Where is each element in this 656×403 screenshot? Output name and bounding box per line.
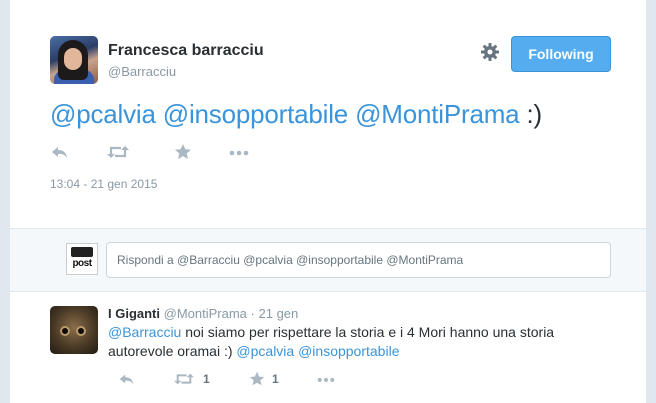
user-avatar: post (66, 243, 98, 275)
reply-composer: post Rispondi a @Barracciu @pcalvia @ins… (10, 228, 646, 292)
gear-icon[interactable] (480, 42, 500, 62)
avatar-graphic (71, 247, 93, 257)
avatar-face (64, 48, 82, 70)
mention-link[interactable]: @MontiPrama (355, 99, 520, 129)
tweet-text-tail: :) (526, 99, 542, 129)
reply-icon[interactable] (50, 142, 70, 162)
more-icon[interactable] (228, 142, 250, 162)
mention-link[interactable]: @insopportabile (163, 99, 348, 129)
following-button[interactable]: Following (511, 36, 611, 72)
reply-header: I Giganti @MontiPrama · 21 gen (108, 306, 298, 321)
reply-fullname[interactable]: I Giganti (108, 306, 160, 321)
reply-text: @Barracciu noi siamo per rispettare la s… (108, 323, 608, 361)
mention-link[interactable]: @pcalvia (236, 343, 294, 359)
tweet-timestamp[interactable]: 13:04 - 21 gen 2015 (50, 177, 157, 191)
mention-link[interactable]: @pcalvia (50, 99, 156, 129)
favorite-icon[interactable] (248, 370, 266, 390)
mention-link[interactable]: @Barracciu (108, 324, 181, 340)
avatar[interactable] (50, 36, 98, 84)
reply-username[interactable]: @MontiPrama (164, 306, 247, 321)
favorite-icon[interactable] (173, 142, 193, 162)
author-fullname[interactable]: Francesca barracciu (108, 42, 264, 60)
reply-input[interactable]: Rispondi a @Barracciu @pcalvia @insoppor… (106, 242, 611, 278)
avatar-text: post (72, 258, 92, 269)
tweet-card: Francesca barracciu @Barracciu Following (9, 0, 647, 403)
reply-date[interactable]: 21 gen (259, 306, 299, 321)
avatar-eye (60, 326, 70, 336)
retweet-icon[interactable] (173, 370, 195, 390)
avatar-eye (76, 326, 86, 336)
main-tweet: Francesca barracciu @Barracciu Following (10, 0, 646, 228)
tweet-text: @pcalvia @insopportabile @MontiPrama :) (50, 99, 542, 130)
more-icon[interactable] (316, 370, 336, 390)
reply-avatar[interactable] (50, 306, 98, 354)
author-username[interactable]: @Barracciu (108, 64, 176, 79)
favorite-count: 1 (272, 372, 279, 386)
mention-link[interactable]: @insopportabile (298, 343, 399, 359)
retweet-count: 1 (203, 372, 210, 386)
reply-tweet: I Giganti @MontiPrama · 21 gen @Barracci… (10, 292, 646, 403)
retweet-icon[interactable] (106, 142, 130, 162)
reply-separator: · (250, 306, 255, 321)
reply-icon[interactable] (118, 370, 136, 390)
